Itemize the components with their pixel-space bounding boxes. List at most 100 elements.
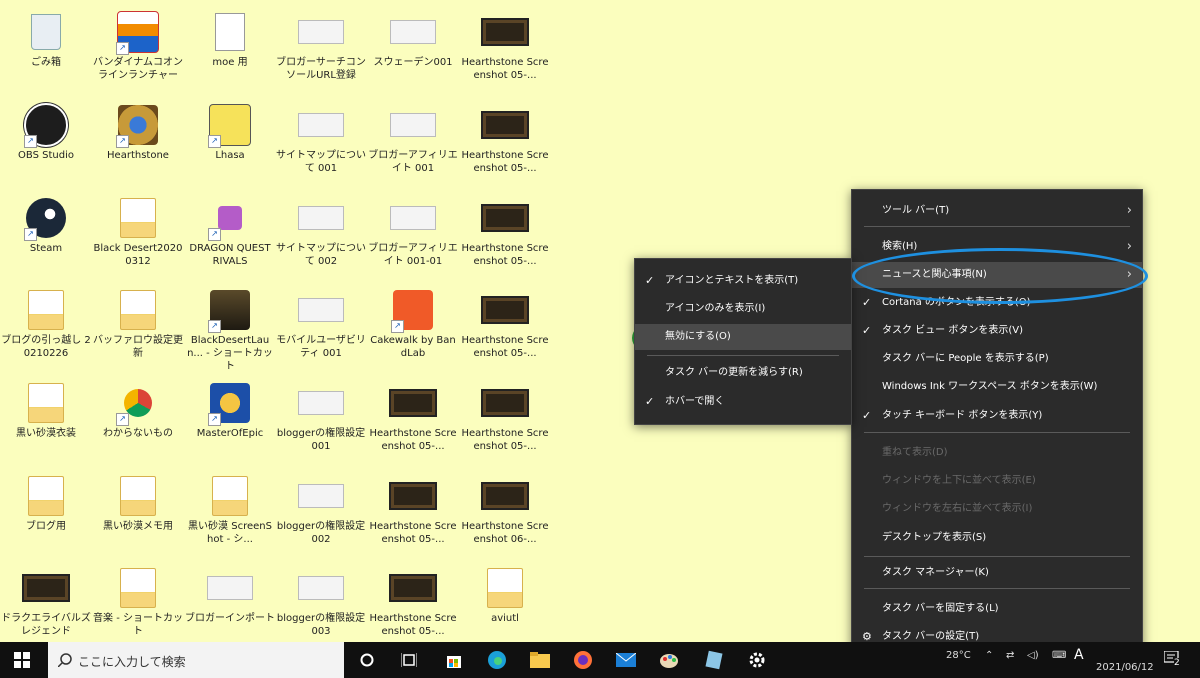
desktop-icon[interactable]: ↗ Cakewalk by BandLab [367,284,459,370]
desktop-icon[interactable]: ↗ わからないもの [92,377,184,463]
desktop-icon-label: bloggerの権限設定 003 [276,613,366,637]
desktop-icon[interactable]: ↗ Lhasa [184,99,276,185]
desktop-icon[interactable]: ドラクエライバルズレジェンド [0,562,92,648]
desktop-icon[interactable]: ブログの引っ越し 20210226 [0,284,92,370]
desktop-icon[interactable]: 音楽 - ショートカット [92,562,184,648]
edge-button[interactable] [480,642,514,678]
desktop-icon[interactable]: bloggerの権限設定 003 [275,562,367,648]
firefox-button[interactable] [566,642,600,678]
speaker-icon[interactable]: ◁) [1027,650,1039,661]
desktop-icon[interactable]: Hearthstone Screenshot 05-... [367,377,459,463]
desktop-icon-label: Lhasa [215,150,245,161]
dq-icon [218,206,242,230]
menu-item[interactable]: ✓ タッチ キーボード ボタンを表示(Y) [852,403,1142,429]
menu-item-label: Cortana のボタンを表示する(O) [882,297,1031,308]
menu-item[interactable]: ニュースと関心事項(N) › [852,262,1142,288]
desktop-icon[interactable]: moe 用 [184,6,276,92]
desktop-icon[interactable]: Hearthstone Screenshot 05-... [459,284,551,370]
notebook-app-button[interactable] [697,642,731,678]
desktop-icon[interactable]: aviutl [459,562,551,648]
desktop-icon[interactable]: バッファロウ設定更新 [92,284,184,370]
menu-separator [864,226,1130,227]
desktop-icon[interactable]: ブロガーインポート [184,562,276,648]
menu-item[interactable]: 検索(H) › [852,234,1142,260]
start-button[interactable] [0,642,44,678]
desktop-icon[interactable]: Hearthstone Screenshot 05-... [367,562,459,648]
desktop-icon[interactable]: 黒い砂漠 ScreenShot - シ... [184,470,276,556]
cortana-button[interactable] [350,642,384,678]
submenu-item[interactable]: 無効にする(O) [635,324,851,350]
desktop-icon-label: Hearthstone Screenshot 05-... [369,521,457,545]
submenu-item[interactable]: ✓ アイコンとテキストを表示(T) [635,268,851,294]
search-input[interactable]: ここに入力して検索 [48,642,344,678]
desktop-icon[interactable]: bloggerの権限設定 001 [275,377,367,463]
search-placeholder: ここに入力して検索 [78,655,186,669]
desktop-icon[interactable]: ↗ MasterOfEpic [184,377,276,463]
clock-date[interactable]: 2021/06/12 [1096,662,1154,673]
keyboard-icon[interactable]: ⌨ [1052,650,1066,661]
desktop-icon-label: バッファロウ設定更新 [93,335,183,359]
menu-item[interactable]: 重ねて表示(D) [852,440,1142,466]
menu-item[interactable]: ✓ タスク ビュー ボタンを表示(V) [852,318,1142,344]
desktop-icon[interactable]: Black Desert20200312 [92,192,184,278]
menu-item-label: ウィンドウを上下に並べて表示(E) [882,475,1036,486]
submenu-item[interactable]: タスク バーの更新を減らす(R) [635,360,851,386]
menu-item[interactable]: ツール バー(T) › [852,198,1142,224]
desktop-icon[interactable]: スウェーデン001 [367,6,459,92]
network-icon[interactable]: ⇄ [1006,650,1014,661]
menu-item[interactable]: タスク マネージャー(K) [852,560,1142,586]
desktop-icon[interactable]: ↗ DRAGON QUEST RIVALS [184,192,276,278]
desktop-icon[interactable]: Hearthstone Screenshot 05-... [459,377,551,463]
desktop-icon[interactable]: サイトマップについて 001 [275,99,367,185]
task-view-button[interactable] [392,642,426,678]
desktop-icon[interactable]: ↗ Steam [0,192,92,278]
desktop-icon-label: bloggerの権限設定 002 [276,521,366,545]
submenu-item[interactable]: ✓ ホバーで開く [635,389,851,415]
desktop-icon[interactable]: Hearthstone Screenshot 05-... [459,192,551,278]
desktop-icon[interactable]: サイトマップについて 002 [275,192,367,278]
menu-item[interactable]: タスク バーに People を表示する(P) [852,346,1142,372]
desktop-icon[interactable]: ブロガーアフィリエイト 001-01 [367,192,459,278]
desktop-icon[interactable]: Hearthstone Screenshot 06-... [459,470,551,556]
desktop-icon[interactable]: ↗ BlackDesertLaun... - ショートカット [184,284,276,372]
menu-separator [647,355,839,356]
chevron-up-icon[interactable]: ⌃ [985,650,993,661]
menu-item[interactable]: ウィンドウを左右に並べて表示(I) [852,496,1142,522]
menu-item-label: デスクトップを表示(S) [882,532,987,543]
desktop-icon-label: サイトマップについて 001 [276,150,366,174]
paint-button[interactable] [652,642,686,678]
desktop-icon[interactable]: 黒い砂漠衣装 [0,377,92,463]
desktop-icon[interactable]: ブロガーサーチコンソールURL登録 [275,6,367,92]
explorer-button[interactable] [523,642,557,678]
store-button[interactable] [437,642,471,678]
desktop-icon[interactable]: Hearthstone Screenshot 05-... [459,6,551,92]
desktop-icon-label: ブロガーアフィリエイト 001 [368,150,458,174]
chevron-right-icon: › [1126,203,1132,218]
desktop-icon-label: ブロガーインポート [185,613,275,624]
temperature-text[interactable]: 28°C [946,650,971,661]
desktop-icon[interactable]: Hearthstone Screenshot 05-... [459,99,551,185]
submenu-item[interactable]: アイコンのみを表示(I) [635,296,851,322]
desktop-icon[interactable]: ↗ Hearthstone [92,99,184,185]
menu-item[interactable]: Windows Ink ワークスペース ボタンを表示(W) [852,374,1142,400]
desktop-icon[interactable]: ↗ バンダイナムコオンラインランチャー [92,6,184,92]
folder-icon [487,568,523,608]
desktop-icon[interactable]: モバイルユーザビリティ 001 [275,284,367,370]
submenu-item-label: 無効にする(O) [665,331,731,342]
action-center-button[interactable]: 2 [1163,650,1182,668]
menu-item[interactable]: タスク バーを固定する(L) [852,596,1142,622]
desktop-icon[interactable]: ブログ用 [0,470,92,556]
menu-item[interactable]: デスクトップを表示(S) [852,525,1142,551]
submenu-item-label: タスク バーの更新を減らす(R) [665,367,803,378]
desktop-icon[interactable]: 黒い砂漠メモ用 [92,470,184,556]
desktop-icon[interactable]: ごみ箱 [0,6,92,92]
menu-item[interactable]: ウィンドウを上下に並べて表示(E) [852,468,1142,494]
desktop-icon[interactable]: ブロガーアフィリエイト 001 [367,99,459,185]
mail-button[interactable] [609,642,643,678]
settings-button[interactable] [740,642,774,678]
ime-indicator[interactable]: A [1074,647,1084,663]
menu-item[interactable]: ✓ Cortana のボタンを表示する(O) [852,290,1142,316]
desktop-icon[interactable]: Hearthstone Screenshot 05-... [367,470,459,556]
desktop-icon[interactable]: ↗ OBS Studio [0,99,92,185]
desktop-icon[interactable]: bloggerの権限設定 002 [275,470,367,556]
